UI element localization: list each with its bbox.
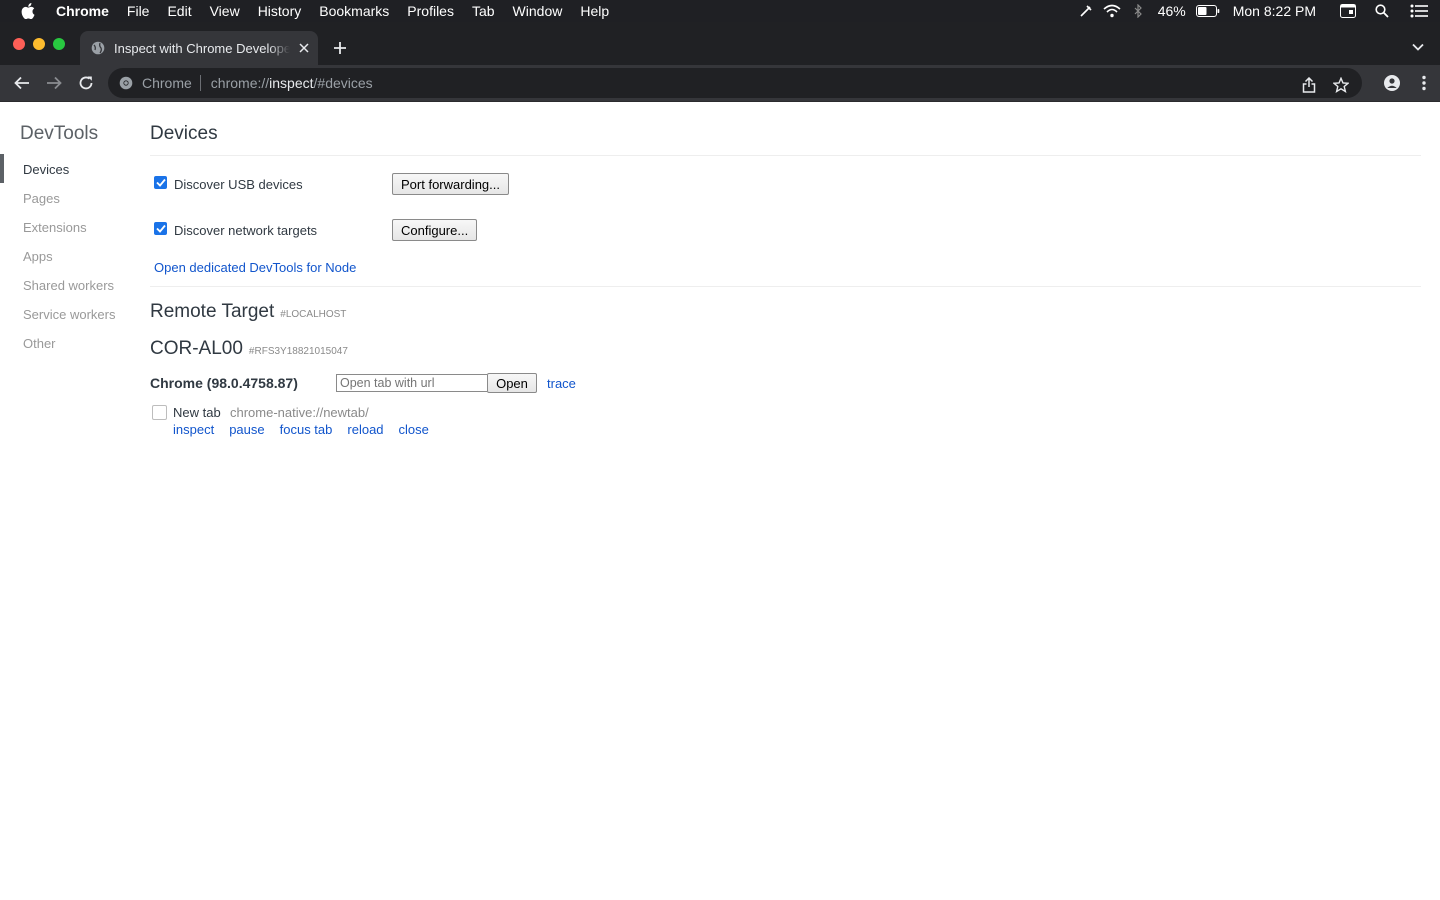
script-tool-icon[interactable] bbox=[1073, 0, 1099, 22]
menu-app-name[interactable]: Chrome bbox=[56, 0, 118, 22]
open-node-devtools-link[interactable]: Open dedicated DevTools for Node bbox=[154, 260, 356, 275]
remote-target-tag: #LOCALHOST bbox=[280, 309, 347, 320]
menu-history[interactable]: History bbox=[249, 0, 311, 22]
page-name: New tab bbox=[173, 405, 221, 420]
menu-view[interactable]: View bbox=[201, 0, 249, 22]
page-select-checkbox[interactable] bbox=[152, 405, 167, 420]
omnibox-separator bbox=[199, 75, 201, 91]
chrome-site-icon[interactable] bbox=[119, 76, 133, 90]
sidebar-item-pages[interactable]: Pages bbox=[23, 191, 60, 206]
menu-help[interactable]: Help bbox=[571, 0, 618, 22]
back-arrow-icon[interactable] bbox=[10, 71, 34, 95]
tab-close-icon[interactable] bbox=[296, 40, 312, 56]
wifi-icon[interactable] bbox=[1099, 0, 1125, 22]
sidebar-selection-marker bbox=[0, 154, 4, 183]
window-close-button[interactable] bbox=[13, 38, 25, 50]
share-icon[interactable] bbox=[1300, 76, 1318, 94]
spotlight-search-icon[interactable] bbox=[1366, 0, 1398, 22]
macos-menubar: Chrome File Edit View History Bookmarks … bbox=[0, 0, 1440, 22]
discover-usb-checkbox[interactable] bbox=[154, 176, 167, 189]
menu-profiles[interactable]: Profiles bbox=[398, 0, 463, 22]
tab-inspect[interactable]: Inspect with Chrome Developer Tools bbox=[80, 31, 318, 65]
forward-arrow-icon[interactable] bbox=[42, 71, 66, 95]
profile-avatar-icon[interactable] bbox=[1376, 71, 1408, 95]
title-divider bbox=[150, 155, 1421, 156]
open-tab-url-input[interactable]: Open tab with url bbox=[336, 374, 487, 392]
page-actions: inspect pause focus tab reload close bbox=[173, 422, 429, 437]
section-divider bbox=[150, 286, 1421, 287]
configure-button[interactable]: Configure... bbox=[392, 219, 478, 241]
menubar-clock[interactable]: Mon 8:22 PM bbox=[1223, 3, 1330, 19]
menu-edit[interactable]: Edit bbox=[158, 0, 200, 22]
sidebar-item-extensions[interactable]: Extensions bbox=[23, 220, 87, 235]
inspect-link[interactable]: inspect bbox=[173, 422, 214, 437]
omnibox[interactable]: Chrome chrome:// inspect /#devices bbox=[108, 68, 1362, 98]
page-url: chrome-native://newtab/ bbox=[230, 405, 369, 420]
discover-network-label[interactable]: Discover network targets bbox=[174, 223, 317, 238]
device-serial: #RFS3Y18821015047 bbox=[248, 346, 348, 357]
url-path: /#devices bbox=[313, 75, 373, 91]
discover-network-checkbox[interactable] bbox=[154, 222, 167, 235]
device-heading: COR-AL00 #RFS3Y18821015047 bbox=[150, 338, 348, 360]
sidebar-item-shared-workers[interactable]: Shared workers bbox=[23, 278, 114, 293]
bluetooth-icon[interactable] bbox=[1125, 0, 1151, 22]
tab-search-chevron-icon[interactable] bbox=[1408, 37, 1428, 57]
bookmark-star-icon[interactable] bbox=[1332, 76, 1350, 94]
remote-target-heading: Remote Target #LOCALHOST bbox=[150, 301, 346, 323]
focus-tab-link[interactable]: focus tab bbox=[280, 422, 333, 437]
device-name: COR-AL00 bbox=[150, 338, 243, 359]
menu-file[interactable]: File bbox=[118, 0, 159, 22]
omnibox-chip-label: Chrome bbox=[142, 75, 192, 91]
tab-title: Inspect with Chrome Developer Tools bbox=[114, 40, 290, 56]
trace-link[interactable]: trace bbox=[547, 376, 576, 391]
menu-tab[interactable]: Tab bbox=[463, 0, 504, 22]
page-title: Devices bbox=[150, 123, 218, 144]
close-link[interactable]: close bbox=[399, 422, 429, 437]
sidebar-item-other[interactable]: Other bbox=[23, 336, 56, 351]
reload-link[interactable]: reload bbox=[347, 422, 383, 437]
new-tab-plus-icon[interactable] bbox=[328, 36, 352, 60]
battery-percent[interactable]: 46% bbox=[1151, 3, 1193, 19]
sidebar-title: DevTools bbox=[20, 123, 99, 144]
url-scheme: chrome:// bbox=[210, 75, 270, 91]
chrome-menu-kebab-icon[interactable] bbox=[1408, 71, 1440, 95]
sidebar-item-apps[interactable]: Apps bbox=[23, 249, 53, 264]
pause-link[interactable]: pause bbox=[229, 422, 264, 437]
open-tab-button[interactable]: Open bbox=[487, 373, 537, 393]
window-zoom-button[interactable] bbox=[53, 38, 65, 50]
sidebar-item-devices[interactable]: Devices bbox=[23, 162, 69, 177]
sidebar-item-service-workers[interactable]: Service workers bbox=[23, 307, 115, 322]
menu-bookmarks[interactable]: Bookmarks bbox=[310, 0, 398, 22]
browser-toolbar: Chrome chrome:// inspect /#devices bbox=[0, 65, 1440, 102]
url-host: inspect bbox=[269, 75, 314, 91]
page-content: DevTools Devices Pages Extensions Apps S… bbox=[0, 102, 1440, 900]
tab-strip: Inspect with Chrome Developer Tools bbox=[0, 22, 1440, 65]
window-minimize-button[interactable] bbox=[33, 38, 45, 50]
remote-target-title: Remote Target bbox=[150, 301, 275, 322]
reload-icon[interactable] bbox=[74, 71, 98, 95]
apple-menu-icon[interactable] bbox=[0, 3, 56, 19]
port-forwarding-button[interactable]: Port forwarding... bbox=[392, 173, 509, 195]
control-center-icon[interactable] bbox=[1330, 0, 1366, 22]
discover-usb-label[interactable]: Discover USB devices bbox=[174, 177, 303, 192]
battery-icon[interactable] bbox=[1193, 0, 1223, 22]
globe-icon bbox=[91, 41, 105, 55]
remote-browser-name: Chrome (98.0.4758.87) bbox=[150, 375, 298, 391]
notification-center-icon[interactable] bbox=[1398, 0, 1440, 22]
menu-window[interactable]: Window bbox=[504, 0, 572, 22]
